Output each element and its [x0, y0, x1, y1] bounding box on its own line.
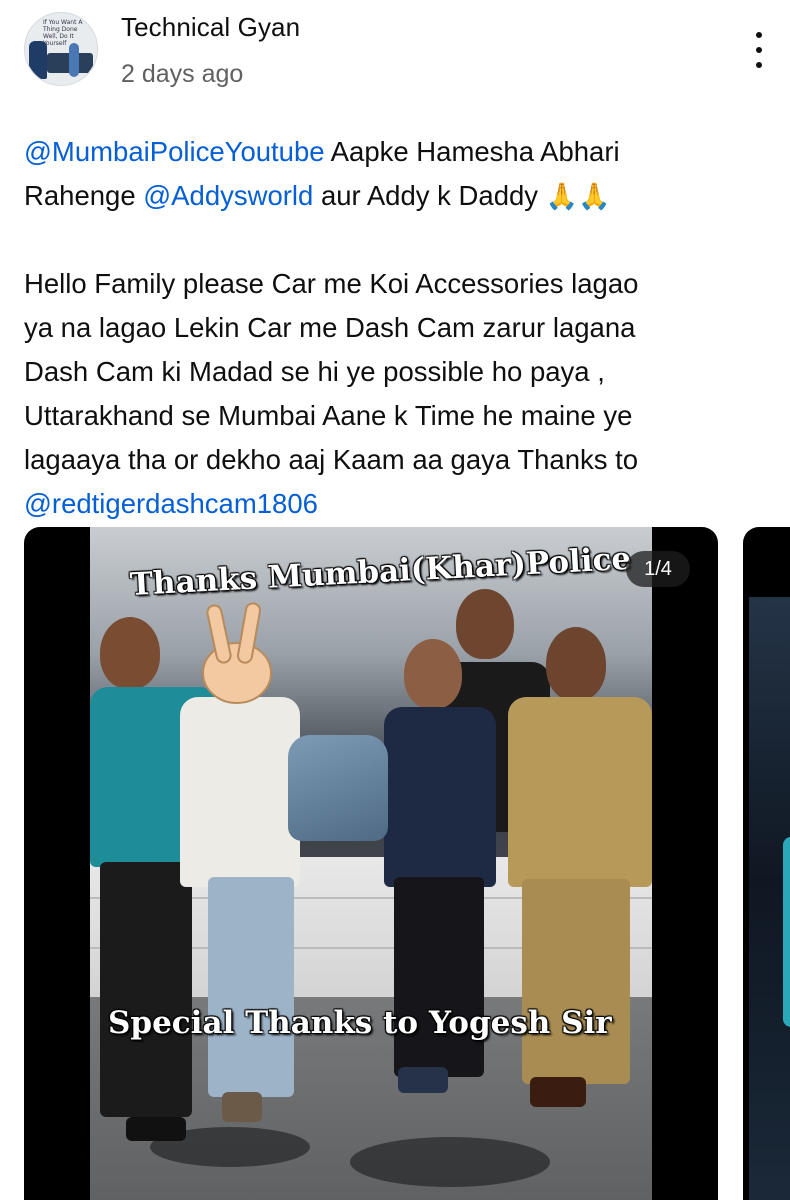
post-line: @redtigerdashcam1806 [24, 482, 774, 526]
person-head [100, 617, 160, 689]
mention-link[interactable]: @redtigerdashcam1806 [24, 488, 318, 519]
more-options-button[interactable] [742, 30, 776, 70]
folded-hands-icon: 🙏🙏 [545, 181, 611, 211]
image-carousel[interactable]: Thanks Mumbai(Khar)Police Special Thanks… [24, 527, 718, 1200]
person-legs [522, 879, 630, 1084]
avatar-figure-2 [69, 43, 79, 77]
person-legs [394, 877, 484, 1077]
person-shoe [530, 1077, 586, 1107]
person-head [546, 627, 606, 701]
more-vertical-icon [756, 47, 762, 53]
community-post: If You Want A Thing Done Well, Do It You… [0, 0, 790, 1200]
shadow [350, 1137, 550, 1187]
person-head [404, 639, 462, 709]
image-overlay-caption: Special Thanks to Yogesh Sir [108, 1005, 612, 1041]
post-text-segment: Rahenge [24, 180, 144, 211]
mention-link[interactable]: @Addysworld [143, 180, 313, 211]
image-overlay-title: Thanks Mumbai(Khar)Police [129, 540, 632, 603]
person-head [456, 589, 514, 659]
person-torso [384, 707, 496, 887]
post-line: lagaaya tha or dekho aaj Kaam aa gaya Th… [24, 444, 639, 475]
person-shoe [398, 1067, 448, 1093]
post-line: Hello Family please Car me Koi Accessori… [24, 268, 639, 299]
post-line: @MumbaiPoliceYoutube Aapke Hamesha Abhar… [24, 130, 774, 174]
person-legs [208, 877, 294, 1097]
channel-name[interactable]: Technical Gyan [121, 12, 300, 43]
next-image-preview[interactable] [743, 527, 790, 1200]
avatar-figure [29, 41, 47, 79]
person-legs [100, 862, 192, 1117]
image-page-counter: 1/4 [626, 551, 690, 587]
more-vertical-icon [756, 32, 762, 38]
post-line: Uttarakhand se Mumbai Aane k Time he mai… [24, 400, 633, 431]
person-shoe [126, 1117, 186, 1141]
returned-bag [288, 735, 388, 841]
post-image[interactable]: Thanks Mumbai(Khar)Police Special Thanks… [90, 527, 652, 1200]
next-image-detail [783, 837, 790, 1027]
post-text-segment: Aapke Hamesha Abhari [324, 136, 620, 167]
post-text-segment: aur Addy k Daddy [313, 180, 546, 211]
post-body: @MumbaiPoliceYoutube Aapke Hamesha Abhar… [24, 130, 774, 526]
person-torso [180, 697, 300, 887]
post-timestamp: 2 days ago [121, 60, 244, 88]
person-torso [508, 697, 652, 887]
post-line: Rahenge @Addysworld aur Addy k Daddy 🙏🙏 [24, 174, 774, 218]
post-line: ya na lagao Lekin Car me Dash Cam zarur … [24, 312, 636, 343]
mention-link[interactable]: @MumbaiPoliceYoutube [24, 136, 325, 167]
more-vertical-icon [756, 62, 762, 68]
person-shoe [222, 1092, 262, 1122]
post-line: Dash Cam ki Madad se hi ye possible ho p… [24, 356, 605, 387]
victory-hand-icon [202, 602, 272, 704]
channel-avatar[interactable]: If You Want A Thing Done Well, Do It You… [24, 12, 98, 86]
avatar-caption: If You Want A Thing Done Well, Do It You… [43, 19, 83, 47]
